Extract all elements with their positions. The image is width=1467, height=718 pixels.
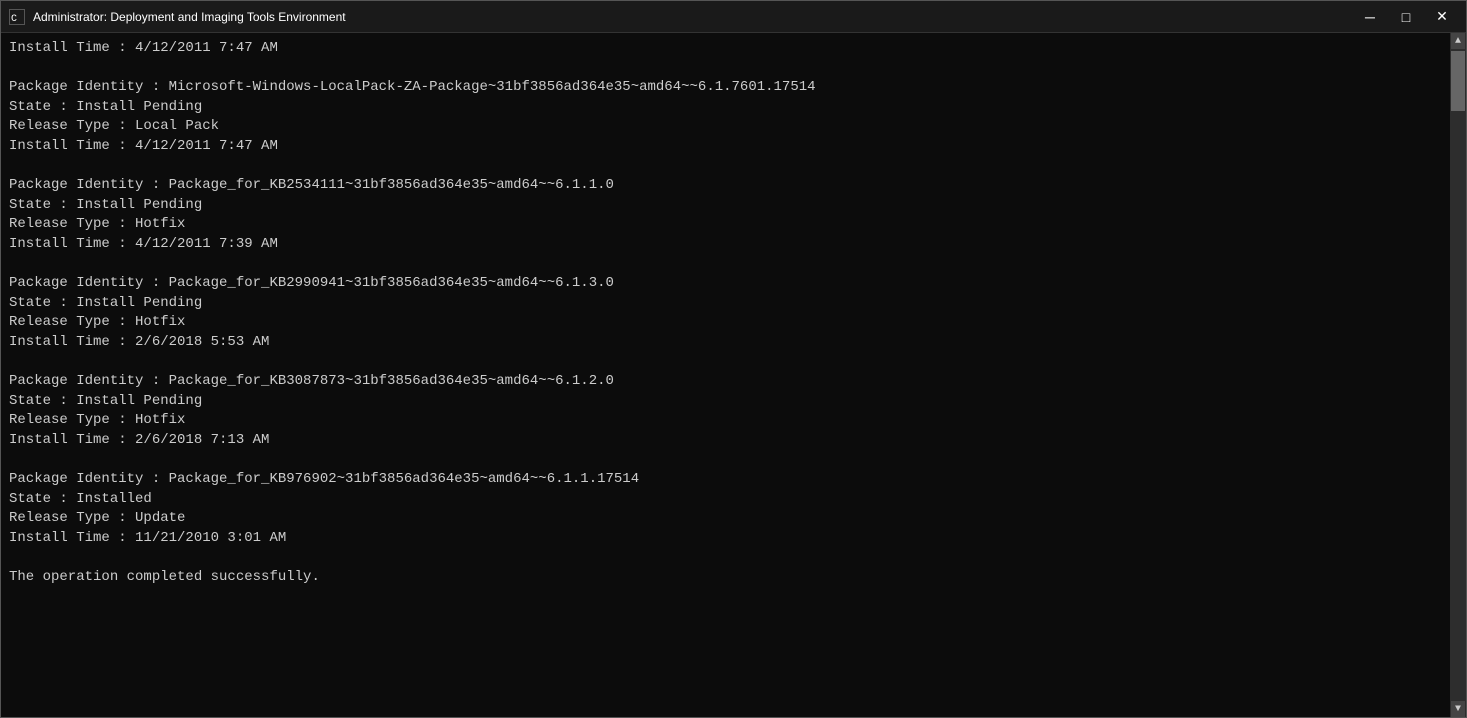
svg-text:C: C — [11, 14, 17, 24]
window-controls: ─ □ ✕ — [1354, 7, 1458, 27]
close-button[interactable]: ✕ — [1426, 7, 1458, 27]
console-body: Install Time : 4/12/2011 7:47 AM Package… — [1, 33, 1466, 717]
title-bar: C Administrator: Deployment and Imaging … — [1, 1, 1466, 33]
cmd-icon: C — [9, 9, 25, 25]
title-bar-left: C Administrator: Deployment and Imaging … — [9, 9, 346, 25]
scrollbar: ▲ ▼ — [1450, 33, 1466, 717]
scroll-down-arrow[interactable]: ▼ — [1451, 701, 1465, 717]
scroll-thumb[interactable] — [1451, 51, 1465, 111]
console-content: Install Time : 4/12/2011 7:47 AM Package… — [1, 33, 1450, 717]
console-output: Install Time : 4/12/2011 7:47 AM Package… — [9, 39, 1442, 588]
minimize-button[interactable]: ─ — [1354, 7, 1386, 27]
window-title: Administrator: Deployment and Imaging To… — [33, 10, 346, 24]
maximize-button[interactable]: □ — [1390, 7, 1422, 27]
scroll-up-arrow[interactable]: ▲ — [1451, 33, 1465, 49]
main-window: C Administrator: Deployment and Imaging … — [0, 0, 1467, 718]
